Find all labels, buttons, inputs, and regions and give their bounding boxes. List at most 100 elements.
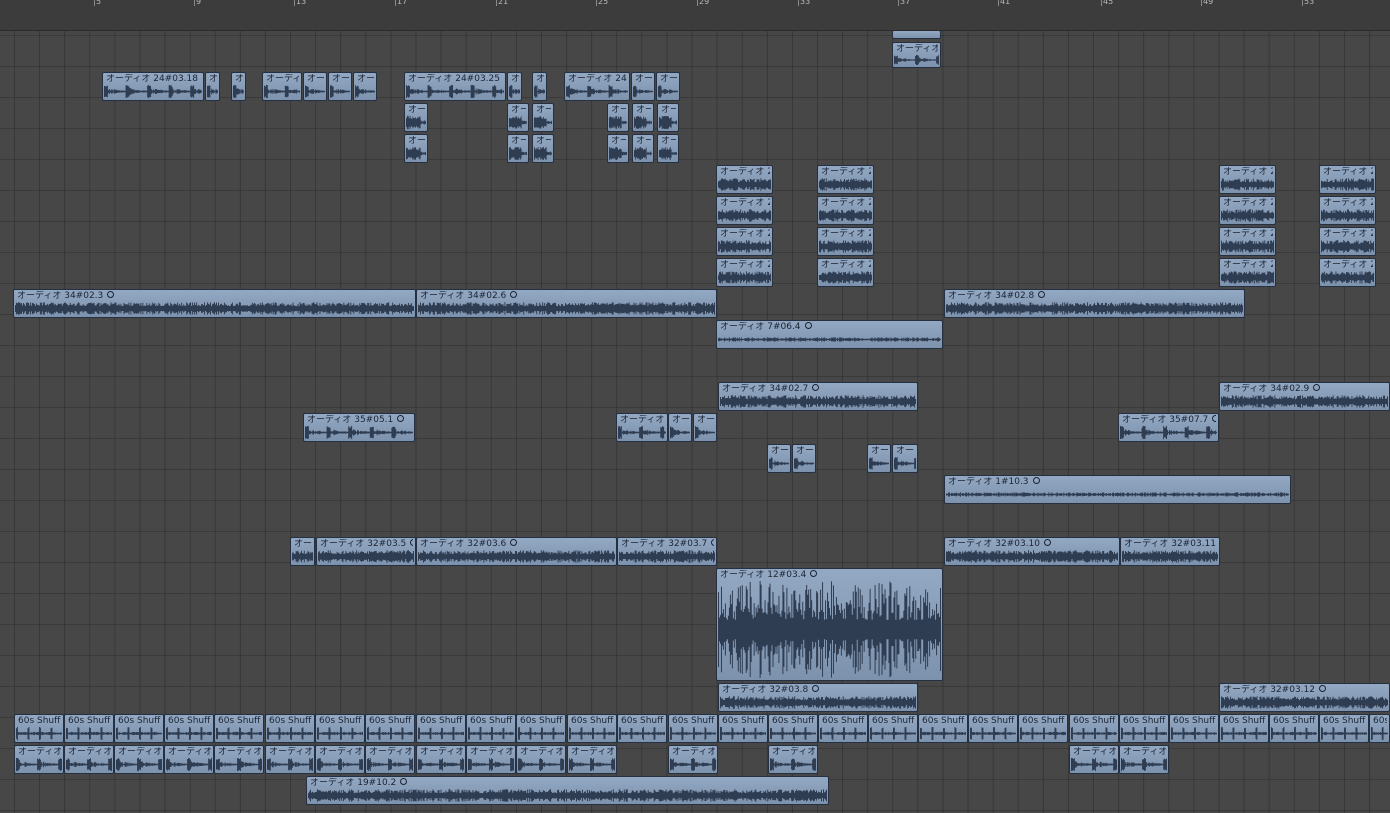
audio-region[interactable]: オーディオ 32#03.6 xyxy=(416,537,617,566)
audio-region[interactable]: オーディオ 24#03.18 xyxy=(102,72,204,101)
audio-region[interactable]: オーディオ xyxy=(768,745,818,774)
audio-region[interactable]: 60s Shuff xyxy=(1018,714,1068,743)
audio-region[interactable]: オーディオ 1#10.3 xyxy=(944,475,1291,504)
timeline-ruler[interactable]: 5 9 13 17 21 25 29 33 37 41 45 49 53 xyxy=(0,0,1390,31)
audio-region[interactable]: オー xyxy=(668,413,692,442)
audio-region[interactable]: オーディオ 32#03.12 xyxy=(1219,683,1390,712)
audio-region[interactable]: オーディオ 32#03.11 xyxy=(1120,537,1220,566)
audio-region[interactable]: オーディオ 2 xyxy=(817,196,874,225)
audio-region[interactable]: 60s Shuff xyxy=(164,714,214,743)
audio-region[interactable]: 60s Shuff xyxy=(718,714,768,743)
audio-region[interactable]: 60s Shuff xyxy=(1119,714,1169,743)
audio-region[interactable]: オー xyxy=(507,103,529,132)
audio-region[interactable]: オーディオ 34#02.8 xyxy=(944,289,1245,318)
audio-region[interactable]: オーディオ xyxy=(164,745,214,774)
audio-region[interactable]: オーディオ 2 xyxy=(1319,258,1376,287)
audio-region[interactable]: オーディオ 2 xyxy=(1219,165,1276,194)
audio-region[interactable]: オー xyxy=(867,444,891,473)
audio-region[interactable]: オーディオ 32#03.10 xyxy=(944,537,1120,566)
audio-region[interactable]: オー xyxy=(303,72,327,101)
audio-region[interactable]: オーディ xyxy=(262,72,302,101)
audio-region[interactable]: 60s Shuff xyxy=(668,714,718,743)
arrange-area[interactable]: 5 9 13 17 21 25 29 33 37 41 45 49 53 オーディオ オーディオ 24#0… xyxy=(0,0,1390,813)
audio-region[interactable]: オー xyxy=(290,537,315,566)
audio-region[interactable]: オーディオ xyxy=(265,745,315,774)
audio-region[interactable]: 60s Shuff xyxy=(868,714,918,743)
audio-region[interactable]: オー xyxy=(656,72,680,101)
audio-region[interactable]: オーディオ 34#02.7 xyxy=(718,382,918,411)
audio-region[interactable]: オーディオ 2 xyxy=(716,196,773,225)
audio-region[interactable]: オ xyxy=(507,72,522,101)
audio-region[interactable]: オーディオ xyxy=(315,745,365,774)
audio-region[interactable]: オー xyxy=(631,72,655,101)
audio-region[interactable]: 60s Shuff xyxy=(416,714,466,743)
audio-region[interactable]: オ xyxy=(231,72,246,101)
audio-region[interactable]: オーディオ 2 xyxy=(1319,227,1376,256)
audio-region[interactable]: オーディオ 32#03.5 xyxy=(316,537,416,566)
audio-region[interactable]: オ xyxy=(205,72,220,101)
audio-region[interactable]: 60s Shuff xyxy=(968,714,1018,743)
audio-region[interactable]: オーディオ 2 xyxy=(1319,196,1376,225)
audio-region[interactable]: オー xyxy=(532,134,554,163)
audio-region[interactable]: 60s Shuff xyxy=(265,714,315,743)
audio-region[interactable]: 60s Shuff xyxy=(567,714,617,743)
audio-region[interactable]: 60s Shuff xyxy=(214,714,264,743)
audio-region[interactable]: 60s Shuff xyxy=(1069,714,1119,743)
audio-region[interactable]: オ xyxy=(532,72,547,101)
audio-region[interactable]: オーディオ 32#03.8 xyxy=(718,683,918,712)
audio-region[interactable]: オーディオ 2 xyxy=(1219,227,1276,256)
audio-region[interactable]: オーディオ xyxy=(616,413,668,442)
audio-region[interactable]: 60s Shuff xyxy=(466,714,516,743)
audio-region[interactable]: オーディオ xyxy=(365,745,415,774)
audio-region[interactable]: 60s Shuff xyxy=(114,714,164,743)
audio-region[interactable]: オーディオ 2 xyxy=(1219,258,1276,287)
audio-region[interactable]: 60s Shuff xyxy=(64,714,114,743)
audio-region[interactable]: オー xyxy=(767,444,791,473)
audio-region[interactable]: オーディオ 2 xyxy=(1219,196,1276,225)
audio-region[interactable]: オーディオ 2 xyxy=(716,258,773,287)
audio-region[interactable]: 60s Shuff xyxy=(1269,714,1319,743)
audio-region[interactable]: オーディオ xyxy=(892,42,941,68)
audio-region[interactable]: オーディオ 7#06.4 xyxy=(716,320,943,349)
audio-region[interactable]: 60s Shuff xyxy=(1169,714,1219,743)
audio-region[interactable]: オー xyxy=(507,134,529,163)
audio-region[interactable]: 60s Shuff xyxy=(365,714,415,743)
audio-region[interactable] xyxy=(892,30,941,39)
audio-region[interactable]: オーディオ xyxy=(466,745,516,774)
audio-region[interactable]: オーディオ xyxy=(416,745,466,774)
audio-region[interactable]: オーディオ xyxy=(668,745,718,774)
audio-region[interactable]: オー xyxy=(328,72,352,101)
audio-region[interactable]: オーディオ 2 xyxy=(817,258,874,287)
audio-region[interactable]: オー xyxy=(657,134,679,163)
audio-region[interactable]: オーディオ 24 xyxy=(564,72,630,101)
audio-region[interactable]: オー xyxy=(532,103,554,132)
audio-region[interactable]: オーディオ 35#05.1 xyxy=(303,413,415,442)
audio-region[interactable]: オーディオ 34#02.6 xyxy=(416,289,717,318)
audio-region[interactable]: 60s Shuff xyxy=(14,714,64,743)
audio-region[interactable]: オーディオ 2 xyxy=(716,227,773,256)
audio-region[interactable]: オーディオ 2 xyxy=(817,165,874,194)
audio-region[interactable]: オーディオ xyxy=(1119,745,1169,774)
audio-region[interactable]: オーディオ 2 xyxy=(817,227,874,256)
audio-region[interactable]: オーディオ xyxy=(64,745,114,774)
audio-region[interactable]: オーディオ 35#07.7 xyxy=(1118,413,1219,442)
audio-region[interactable]: オーディオ xyxy=(567,745,617,774)
audio-region[interactable]: 60s Shuff xyxy=(315,714,365,743)
audio-region[interactable]: オー xyxy=(404,103,428,132)
audio-region[interactable]: 60s Shuff xyxy=(1319,714,1369,743)
audio-region[interactable]: オー xyxy=(607,103,629,132)
audio-region[interactable]: 60s Shuff xyxy=(918,714,968,743)
audio-region[interactable]: オー xyxy=(404,134,428,163)
audio-region[interactable]: オーディオ 2 xyxy=(1319,165,1376,194)
audio-region[interactable]: オーディオ xyxy=(516,745,566,774)
audio-region[interactable]: オーディオ 19#10.2 xyxy=(306,776,829,805)
audio-region[interactable]: オーディオ xyxy=(1069,745,1119,774)
audio-region[interactable]: オー xyxy=(632,134,654,163)
audio-region[interactable]: オー xyxy=(607,134,629,163)
audio-region[interactable]: オー xyxy=(657,103,679,132)
audio-region[interactable]: オーディオ 12#03.4 xyxy=(716,568,943,681)
audio-region[interactable]: オーディオ xyxy=(114,745,164,774)
audio-region[interactable]: 60s Shuff xyxy=(516,714,566,743)
audio-region[interactable]: オーディオ xyxy=(214,745,264,774)
audio-region[interactable]: オーディオ 2 xyxy=(716,165,773,194)
